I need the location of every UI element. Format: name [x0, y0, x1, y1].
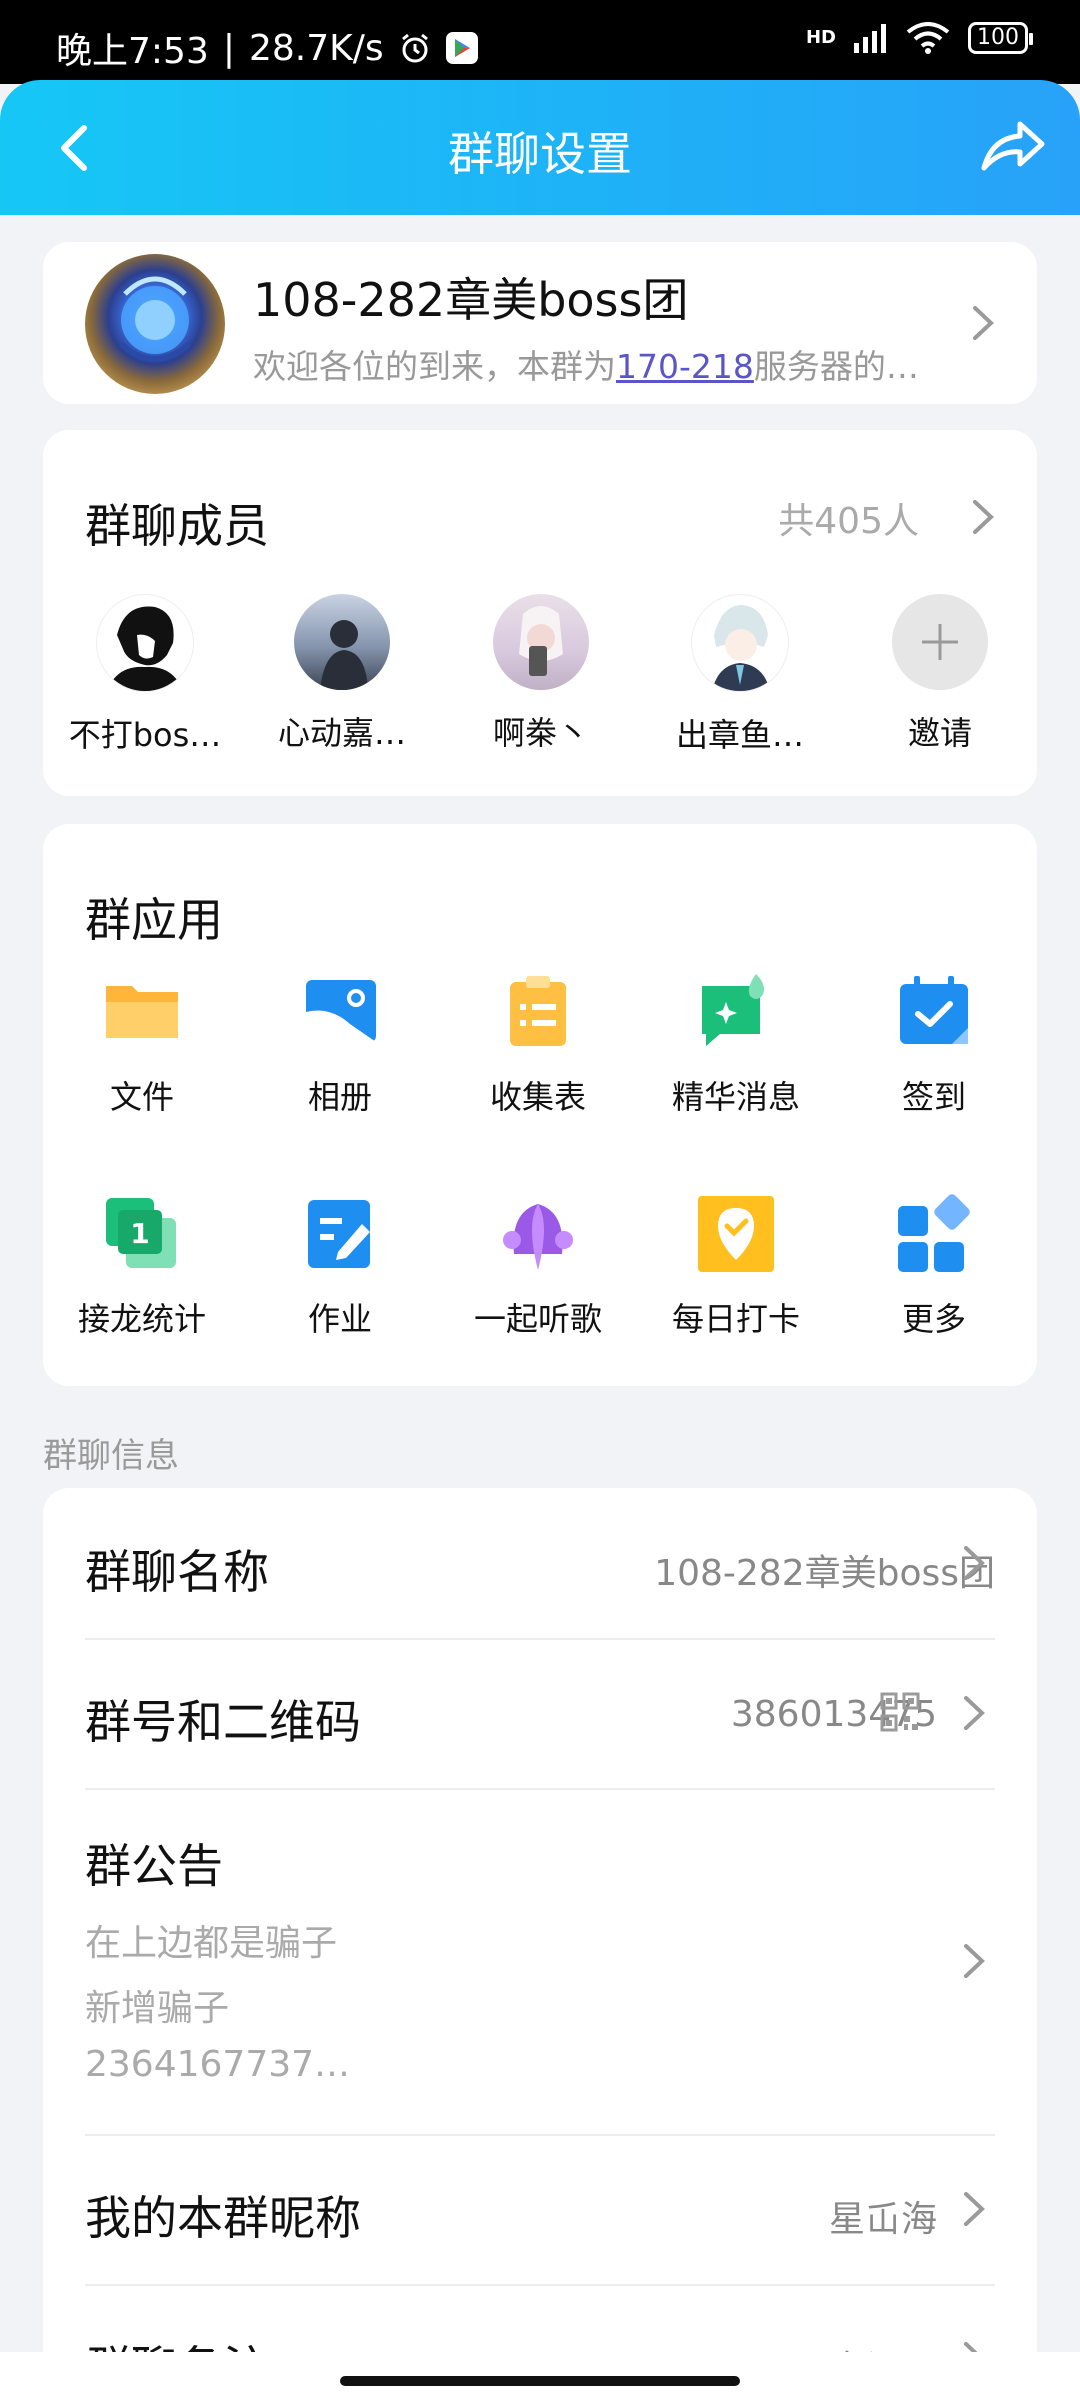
- homework-icon: [300, 1194, 380, 1274]
- app-relay-count[interactable]: 1 接龙统计: [43, 1194, 241, 1340]
- member-avatar: [691, 594, 789, 692]
- group-description: 欢迎各位的到来，本群为170-218服务器的…: [253, 340, 919, 388]
- app-collect-form[interactable]: 收集表: [439, 972, 637, 1118]
- group-notice-label: 群公告: [85, 1839, 223, 1893]
- group-remark-label: 群聊备注: [85, 2332, 269, 2352]
- member-avatar: [96, 594, 194, 692]
- app-files[interactable]: 文件: [43, 972, 241, 1118]
- page-title: 群聊设置: [448, 127, 632, 181]
- add-member-icon: [892, 594, 988, 690]
- group-id-row[interactable]: 群号和二维码 386013475: [43, 1640, 995, 1790]
- app-homework[interactable]: 作业: [241, 1194, 439, 1340]
- member-name: 啊桊丶: [492, 714, 589, 752]
- chevron-right-icon: [962, 2190, 986, 2228]
- status-net-speed: 28.7K/s: [248, 27, 384, 69]
- member-name: 心动嘉…: [277, 714, 406, 752]
- group-name-value: 108-282章美boss团: [654, 1553, 995, 1594]
- home-indicator[interactable]: [340, 2376, 740, 2386]
- svg-text:1: 1: [130, 1217, 149, 1250]
- group-name-label: 群聊名称: [85, 1545, 269, 1599]
- more-apps-icon: [894, 1194, 974, 1274]
- app-label: 相册: [307, 1078, 372, 1116]
- share-icon: [981, 121, 1045, 171]
- app-essence-messages[interactable]: 精华消息: [637, 972, 835, 1118]
- member-item[interactable]: 出章鱼…: [655, 594, 825, 756]
- members-count[interactable]: 共405人: [778, 492, 919, 544]
- group-apps-card: 群应用 文件 相册 收集表 精华消息 签到 1 接龙统计 作业 一起听歌 每日打…: [43, 824, 1037, 1386]
- app-label: 收集表: [489, 1078, 586, 1116]
- calendar-check-icon: [894, 972, 974, 1052]
- invite-button[interactable]: 邀请: [855, 594, 1025, 754]
- network-type-label: HD: [805, 27, 836, 48]
- album-icon: [300, 972, 380, 1052]
- app-listen-together[interactable]: 一起听歌: [439, 1194, 637, 1340]
- play-store-icon: [445, 32, 478, 64]
- member-item[interactable]: 不打bos…: [60, 594, 230, 756]
- app-label: 更多: [901, 1300, 966, 1338]
- group-members-card: 群聊成员 共405人 不打bos… 心动嘉… 啊桊丶 出章鱼… 邀请: [43, 430, 1037, 796]
- app-daily-checkin[interactable]: 每日打卡: [637, 1194, 835, 1340]
- member-name: 不打bos…: [68, 716, 222, 754]
- wifi-icon: [906, 22, 950, 54]
- qr-code-icon: [880, 1692, 920, 1732]
- alarm-icon: [398, 31, 432, 65]
- group-info-section-label: 群聊信息: [43, 1436, 179, 1476]
- group-description-tail: 服务器的…: [753, 347, 919, 386]
- app-label: 每日打卡: [671, 1300, 800, 1338]
- server-link[interactable]: 170-218: [616, 347, 754, 386]
- chevron-right-icon: [962, 1544, 986, 1582]
- essence-message-icon: [696, 972, 776, 1052]
- member-item[interactable]: 啊桊丶: [456, 594, 626, 754]
- status-time: 晚上7:53: [56, 31, 209, 72]
- daily-checkin-icon: [696, 1194, 776, 1274]
- invite-label: 邀请: [907, 714, 972, 752]
- share-button[interactable]: [978, 116, 1048, 180]
- notice-line: 2364167737…: [85, 2044, 351, 2085]
- app-label: 接龙统计: [77, 1300, 206, 1338]
- group-profile-card[interactable]: 108-282章美boss团 欢迎各位的到来，本群为170-218服务器的…: [43, 242, 1037, 404]
- top-bar: 群聊设置: [0, 80, 1080, 215]
- my-nickname-value: 星屲海: [828, 2199, 937, 2240]
- group-name: 108-282章美boss团: [253, 273, 689, 327]
- my-nickname-row[interactable]: 我的本群昵称 星屲海: [43, 2136, 995, 2286]
- chevron-right-icon: [962, 1694, 986, 1732]
- folder-icon: [102, 972, 182, 1052]
- clipboard-icon: [498, 972, 578, 1052]
- app-label: 作业: [307, 1300, 372, 1338]
- battery-indicator: 100: [968, 22, 1033, 54]
- status-separator: |: [222, 27, 235, 69]
- app-album[interactable]: 相册: [241, 972, 439, 1118]
- chevron-right-icon: [962, 1942, 986, 1980]
- app-label: 文件: [109, 1078, 174, 1116]
- notice-line: 在上边都是骗子: [85, 1923, 338, 1964]
- app-label: 签到: [901, 1078, 966, 1116]
- group-remark-value: 未设置: [829, 2340, 937, 2352]
- status-bar: 晚上7:53 | 28.7K/s HD 100: [0, 0, 1080, 84]
- chevron-right-icon: [971, 304, 995, 342]
- group-remark-row-clip: 群聊备注 未设置: [0, 2286, 1080, 2352]
- group-description-text: 欢迎各位的到来，本群为: [253, 347, 616, 386]
- app-label: 精华消息: [671, 1078, 800, 1116]
- chevron-right-icon: [971, 498, 995, 536]
- app-checkin[interactable]: 签到: [835, 972, 1033, 1118]
- member-name: 出章鱼…: [675, 716, 804, 754]
- app-more[interactable]: 更多: [835, 1194, 1033, 1340]
- group-remark-row[interactable]: 群聊备注 未设置: [43, 2286, 995, 2352]
- member-avatar: [294, 594, 390, 690]
- notice-line: 新增骗子: [85, 1988, 230, 2029]
- my-nickname-label: 我的本群昵称: [85, 2191, 361, 2245]
- relay-count-icon: 1: [102, 1194, 182, 1274]
- member-item[interactable]: 心动嘉…: [257, 594, 427, 754]
- group-name-row[interactable]: 群聊名称 108-282章美boss团: [43, 1488, 995, 1638]
- signal-icon: [854, 23, 888, 53]
- members-title: 群聊成员: [85, 499, 269, 553]
- member-avatar: [493, 594, 589, 690]
- chevron-right-icon: [962, 2340, 986, 2352]
- group-id-label: 群号和二维码: [85, 1695, 361, 1749]
- app-label: 一起听歌: [473, 1300, 602, 1338]
- listen-together-icon: [498, 1194, 578, 1274]
- apps-title: 群应用: [85, 893, 223, 947]
- group-avatar: [85, 254, 225, 394]
